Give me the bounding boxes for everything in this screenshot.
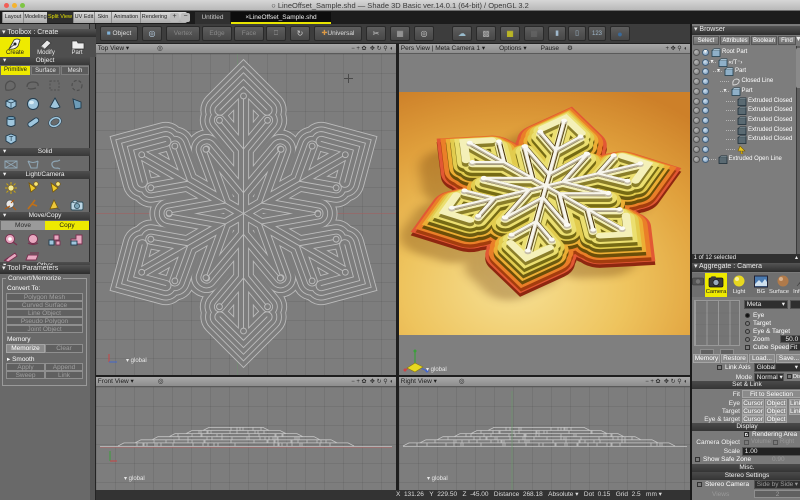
svg-text:T: T bbox=[9, 136, 14, 143]
